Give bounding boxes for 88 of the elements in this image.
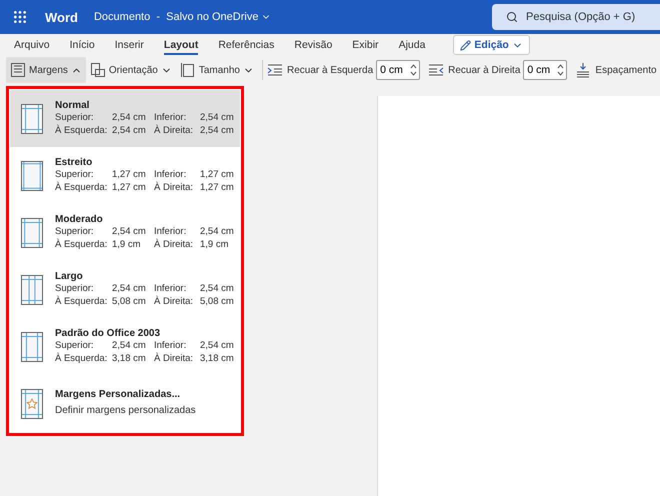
margin-label: À Direita: xyxy=(154,124,194,137)
ribbon-tab[interactable]: Ajuda xyxy=(398,34,436,56)
margin-value: 2,54 cm xyxy=(200,124,234,137)
spinner-arrows-icon[interactable] xyxy=(557,63,564,77)
option-name: Normal xyxy=(55,100,90,111)
margin-label: À Esquerda: xyxy=(55,124,108,137)
margin-value: 2,54 cm xyxy=(200,282,234,295)
indent-right-field[interactable]: 0 cm xyxy=(523,60,568,80)
margin-label: Inferior: xyxy=(154,225,188,238)
page-size-icon xyxy=(180,62,196,78)
margin-value: 1,27 cm xyxy=(112,181,147,194)
margins-button[interactable]: Margens xyxy=(6,57,86,83)
search-icon xyxy=(506,11,518,23)
margin-label: À Direita: xyxy=(154,238,194,251)
margin-label: Superior: xyxy=(55,111,95,124)
page-margins-icon xyxy=(21,388,43,418)
margin-value: 2,54 cm xyxy=(112,225,147,238)
editing-mode-button[interactable]: Edição xyxy=(453,35,530,55)
option-name: Moderado xyxy=(55,214,104,225)
ribbon-tab[interactable]: Inserir xyxy=(114,34,154,56)
orientation-button[interactable]: Orientação xyxy=(86,57,176,83)
ribbon-tab[interactable]: Layout xyxy=(164,34,208,56)
margin-label: À Direita: xyxy=(154,181,194,194)
margin-label: Superior: xyxy=(55,339,95,352)
spinner-arrows-icon[interactable] xyxy=(410,63,418,77)
page-margins-icon xyxy=(21,218,43,248)
margins-icon xyxy=(10,62,26,78)
spin-input[interactable]: 0 cm xyxy=(527,64,558,76)
margin-value: 3,18 cm xyxy=(200,352,234,365)
app-name: Word xyxy=(45,10,78,24)
margin-value: 1,9 cm xyxy=(200,238,230,251)
margin-value: 2,54 cm xyxy=(112,339,147,352)
margin-value: 3,18 cm xyxy=(112,352,147,365)
margin-label: Inferior: xyxy=(154,282,188,295)
ribbon-tab[interactable]: Início xyxy=(70,34,105,56)
margin-value: 1,9 cm xyxy=(112,238,142,251)
margin-label: Superior: xyxy=(55,225,95,238)
size-button[interactable]: Tamanho xyxy=(176,57,258,83)
margin-value: 2,54 cm xyxy=(112,124,147,137)
margin-value: 1,27 cm xyxy=(200,168,234,181)
margin-value: 5,08 cm xyxy=(200,295,234,308)
ribbon-tab[interactable]: Revisão xyxy=(294,34,342,56)
margin-label: À Esquerda: xyxy=(55,181,108,194)
page-margins-icon xyxy=(21,104,43,134)
grid-dots-icon xyxy=(12,9,28,25)
search-field[interactable]: Pesquisa (Opção + G) xyxy=(492,4,660,30)
margin-label: Inferior: xyxy=(154,168,188,181)
margin-label: Superior: xyxy=(55,168,95,181)
margin-label: À Esquerda: xyxy=(55,352,108,365)
option-name: Padrão do Office 2003 xyxy=(55,328,162,339)
pencil-icon xyxy=(460,40,472,50)
margin-value: 1,27 cm xyxy=(112,168,147,181)
page-margins-icon xyxy=(21,160,43,190)
option-name: Estreito xyxy=(55,157,94,168)
ribbon-tab[interactable]: Referências xyxy=(218,34,284,56)
margin-value: 1,27 cm xyxy=(200,181,234,194)
page-margins-icon xyxy=(21,274,43,304)
indent-left-field[interactable]: 0 cm xyxy=(376,60,420,80)
margin-label: À Direita: xyxy=(154,295,194,308)
orientation-icon xyxy=(90,62,106,78)
margin-label: Inferior: xyxy=(154,339,188,352)
option-description: Definir margens personalizadas xyxy=(55,405,196,416)
margin-value: 2,54 cm xyxy=(112,282,147,295)
margin-value: 2,54 cm xyxy=(200,225,234,238)
ribbon-tab[interactable]: Exibir xyxy=(352,34,389,56)
ribbon-tab[interactable]: Arquivo xyxy=(14,34,60,56)
page-margins-icon xyxy=(21,332,43,362)
margin-value: 2,54 cm xyxy=(200,111,234,124)
indent-right-icon xyxy=(428,62,444,78)
margin-label: À Direita: xyxy=(154,352,194,365)
option-name: Margens Personalizadas... xyxy=(55,389,182,400)
spin-input[interactable]: 0 cm xyxy=(380,64,410,76)
document-title-button[interactable]: Documento - Salvo no OneDrive xyxy=(94,11,272,23)
margin-label: Inferior: xyxy=(154,111,188,124)
margin-value: 5,08 cm xyxy=(112,295,147,308)
indent-left-icon xyxy=(266,62,283,78)
spacing-icon xyxy=(575,62,592,78)
margin-label: À Esquerda: xyxy=(55,238,108,251)
margin-label: À Esquerda: xyxy=(55,295,108,308)
option-name: Largo xyxy=(55,271,84,282)
margin-value: 2,54 cm xyxy=(200,339,234,352)
indent-right-label: Recuar à Direita xyxy=(448,64,520,76)
margin-label: Superior: xyxy=(55,282,95,295)
indent-left-label: Recuar à Esquerda xyxy=(286,64,374,76)
spacing-label: Espaçamento xyxy=(595,64,657,76)
search-input[interactable]: Pesquisa (Opção + G) xyxy=(524,10,659,24)
margin-value: 2,54 cm xyxy=(112,111,147,124)
margin-option[interactable]: Normal Superior: 2,54 cm Inferior: 2,54 cm À Esquerda: 2,54 cm À Direita: 2,54 cm xyxy=(10,90,240,147)
